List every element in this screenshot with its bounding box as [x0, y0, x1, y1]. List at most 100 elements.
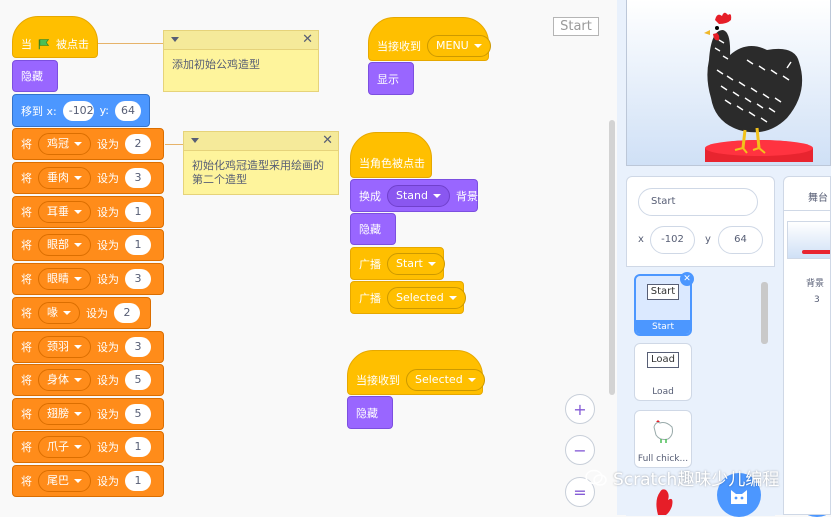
chevron-down-icon: [74, 176, 82, 180]
variable-dropdown[interactable]: 耳垂: [38, 201, 91, 223]
stage-panel-divider: [784, 210, 830, 211]
scrollbar-thumb[interactable]: [761, 282, 768, 344]
set-to-label: 设为: [97, 239, 119, 252]
message-dropdown[interactable]: Selected: [406, 368, 485, 391]
green-flag-icon: [38, 39, 50, 50]
backdrop-dropdown[interactable]: Stand: [387, 184, 450, 207]
switch-backdrop-block[interactable]: 换成 Stand 背景: [350, 179, 478, 212]
variable-dropdown[interactable]: 爪子: [38, 436, 91, 458]
broadcast-selected-block[interactable]: 广播 Selected: [350, 281, 466, 314]
variable-dropdown[interactable]: 鸡冠: [38, 133, 91, 155]
value-input[interactable]: 1: [125, 437, 151, 457]
chevron-down-icon: [448, 295, 457, 300]
comment-text[interactable]: 初始化鸡冠造型采用绘画的第二个造型: [184, 151, 338, 195]
show-label: 显示: [377, 72, 399, 86]
broadcast-dropdown[interactable]: Selected: [387, 286, 466, 309]
set-variable-block[interactable]: 将 耳垂 设为 1: [12, 196, 164, 228]
comment-titlebar[interactable]: ✕: [164, 31, 318, 50]
value-input[interactable]: 5: [125, 404, 151, 424]
sprite-tile-load[interactable]: Load Load: [634, 343, 692, 401]
value-input[interactable]: 5: [125, 370, 151, 390]
chevron-down-icon: [74, 412, 82, 416]
when-sprite-clicked-hat[interactable]: 当角色被点击: [350, 132, 432, 178]
variable-name: 眼睛: [47, 272, 69, 285]
comment-titlebar[interactable]: ✕: [184, 132, 338, 151]
value-input[interactable]: 2: [114, 303, 140, 323]
backdrop-value: Stand: [396, 188, 428, 202]
set-variable-block[interactable]: 将 爪子 设为 1: [12, 431, 164, 463]
set-verb-label: 将: [21, 475, 32, 488]
set-verb-label: 将: [21, 239, 32, 252]
variable-dropdown[interactable]: 喙: [38, 302, 80, 324]
when-flag-clicked-hat[interactable]: 当 被点击: [12, 16, 98, 58]
set-variable-block[interactable]: 将 垂肉 设为 3: [12, 162, 164, 194]
variable-dropdown[interactable]: 眼部: [38, 234, 91, 256]
hide-block[interactable]: 隐藏: [12, 60, 58, 92]
stage-thumb-platform: [802, 250, 830, 254]
delete-sprite-icon[interactable]: ✕: [680, 272, 694, 286]
comment-text[interactable]: 添加初始公鸡造型: [164, 50, 318, 80]
code-workspace[interactable]: Start 当 被点击 隐藏 移到 x: -102 y: 64 将鸡冠 设为 2 将垂…: [0, 0, 617, 515]
sprite-tile-start[interactable]: Start ✕ Start: [634, 272, 694, 336]
broadcast-dropdown[interactable]: Start: [387, 252, 445, 275]
value-input[interactable]: 1: [125, 471, 151, 491]
chicken-thumbnail-icon: [653, 420, 673, 443]
variable-dropdown[interactable]: 颈羽: [38, 336, 91, 358]
value-input[interactable]: 3: [125, 168, 151, 188]
comment-note-2[interactable]: ✕ 初始化鸡冠造型采用绘画的第二个造型: [183, 131, 339, 195]
variable-dropdown[interactable]: 翅膀: [38, 403, 91, 425]
close-icon[interactable]: ✕: [322, 133, 333, 148]
set-variable-block[interactable]: 将 翅膀 设为 5: [12, 398, 164, 430]
sprite-tile-full-chick[interactable]: Full chick...: [634, 410, 692, 468]
stage-canvas[interactable]: [626, 0, 831, 166]
zoom-out-button[interactable]: −: [565, 435, 595, 465]
variable-dropdown[interactable]: 尾巴: [38, 470, 91, 492]
stage-thumbnail[interactable]: [787, 221, 830, 259]
set-variable-block[interactable]: 将 尾巴 设为 1: [12, 465, 164, 497]
set-variable-block[interactable]: 将 身体 设为 5: [12, 364, 164, 396]
variable-name: 眼部: [47, 238, 69, 251]
hide-block[interactable]: 隐藏: [347, 396, 393, 429]
set-variable-block[interactable]: 将 眼睛 设为 3: [12, 263, 164, 295]
set-verb-label: 将: [21, 138, 32, 151]
hide-block[interactable]: 隐藏: [350, 213, 396, 245]
value-input[interactable]: 3: [125, 337, 151, 357]
x-coordinate-input[interactable]: -102: [650, 226, 695, 254]
goto-y-input[interactable]: 64: [115, 100, 141, 121]
collapse-icon[interactable]: [171, 37, 179, 42]
sprite-tile-label: Full chick...: [637, 454, 689, 464]
costume-thumbnail: Load: [647, 352, 679, 368]
sprite-name-input[interactable]: Start: [638, 188, 758, 216]
goto-x-input[interactable]: -102: [62, 100, 94, 121]
comment-note-1[interactable]: ✕ 添加初始公鸡造型: [163, 30, 319, 92]
zoom-in-button[interactable]: +: [565, 394, 595, 424]
workspace-scrollbar[interactable]: [609, 120, 615, 395]
wechat-icon: [585, 469, 607, 486]
stage-target-panel[interactable]: 舞台 背景 3: [783, 176, 831, 515]
show-block[interactable]: 显示: [368, 62, 414, 95]
set-variable-block[interactable]: 将 鸡冠 设为 2: [12, 128, 164, 160]
y-coordinate-input[interactable]: 64: [718, 226, 763, 254]
value-input[interactable]: 3: [125, 269, 151, 289]
value-input[interactable]: 1: [125, 235, 151, 255]
value-input[interactable]: 2: [125, 134, 151, 154]
comment-connector: [98, 43, 164, 44]
close-icon[interactable]: ✕: [302, 32, 313, 47]
variable-dropdown[interactable]: 垂肉: [38, 167, 91, 189]
value-input[interactable]: 1: [125, 202, 151, 222]
when-receive-menu-hat[interactable]: 当接收到 MENU: [368, 17, 491, 61]
set-variable-block[interactable]: 将 颈羽 设为 3: [12, 331, 164, 363]
chevron-down-icon: [467, 377, 476, 382]
message-dropdown[interactable]: MENU: [427, 35, 491, 57]
collapse-icon[interactable]: [191, 138, 199, 143]
set-verb-label: 将: [21, 307, 32, 320]
variable-dropdown[interactable]: 眼睛: [38, 268, 91, 290]
goto-xy-block[interactable]: 移到 x: -102 y: 64: [12, 94, 150, 127]
set-variable-block[interactable]: 将 喙 设为 2: [12, 297, 151, 329]
set-to-label: 设为: [97, 408, 119, 421]
variable-dropdown[interactable]: 身体: [38, 369, 91, 391]
when-receive-selected-hat[interactable]: 当接收到 Selected: [347, 350, 485, 395]
set-variable-block[interactable]: 将 眼部 设为 1: [12, 229, 164, 261]
chevron-down-icon: [74, 345, 82, 349]
broadcast-start-block[interactable]: 广播 Start: [350, 247, 445, 280]
